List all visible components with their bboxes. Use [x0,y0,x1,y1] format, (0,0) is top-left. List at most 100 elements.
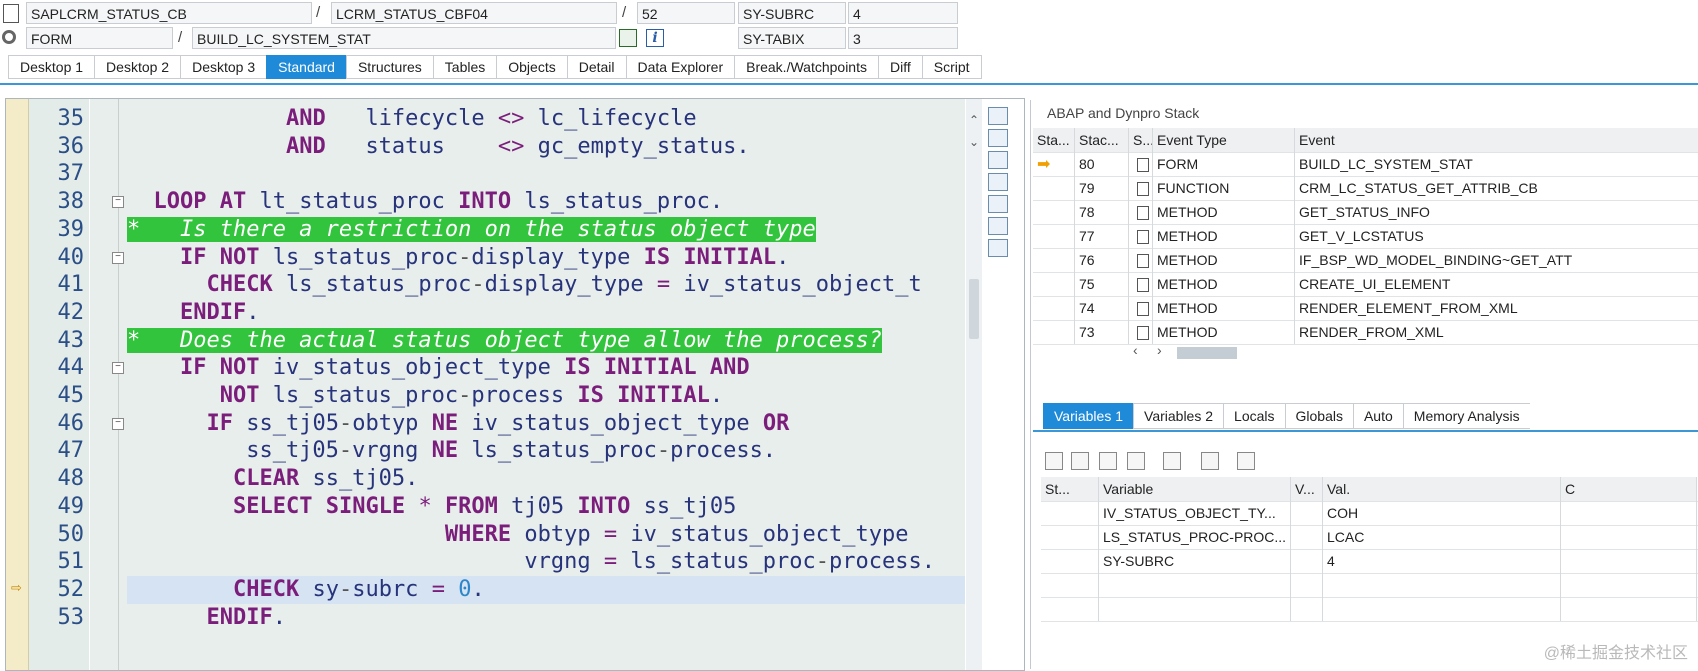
code-line[interactable]: CHECK sy-subrc = 0. [127,576,485,604]
code-line[interactable]: IF ss_tj05-obtyp NE iv_status_object_typ… [127,410,789,438]
table-row[interactable] [1041,597,1698,622]
code-line[interactable]: AND lifecycle <> lc_lifecycle [127,105,697,133]
fold-toggle-icon[interactable]: − [112,417,124,430]
change-cell [1561,549,1697,573]
maximize-icon[interactable] [988,173,1008,191]
tab-variables-1[interactable]: Variables 1 [1043,403,1134,429]
var2-value-field[interactable]: 3 [848,27,958,49]
source-icon [1129,200,1153,224]
close-editor-icon[interactable] [988,107,1008,125]
navigate-icon[interactable] [619,29,637,47]
var1-name-field[interactable]: SY-SUBRC [738,2,846,24]
table-row[interactable]: 77 METHOD GET_V_LCSTATUS [1033,224,1698,249]
tab-desktop-1[interactable]: Desktop 1 [8,55,95,79]
tab-structures[interactable]: Structures [345,55,433,79]
tab-script[interactable]: Script [921,55,982,79]
event-type-field[interactable]: FORM [26,27,173,49]
event-name-field[interactable]: BUILD_LC_SYSTEM_STAT [192,27,616,49]
event-name: IF_BSP_WD_MODEL_BINDING~GET_ATT [1295,248,1698,272]
tab-memory-analysis[interactable]: Memory Analysis [1402,403,1530,429]
scroll-up-icon[interactable]: ⌃ [969,113,979,127]
code-line[interactable]: NOT ls_status_proc-process IS INITIAL. [127,382,723,410]
code-line[interactable]: ss_tj05-vrgng NE ls_status_proc-process. [127,437,776,465]
table-row[interactable]: 74 METHOD RENDER_ELEMENT_FROM_XML [1033,296,1698,321]
var1-value-field[interactable]: 4 [848,2,958,24]
transfer-icon[interactable] [1201,452,1219,470]
resize-icon[interactable] [988,195,1008,213]
column-header: Variable [1099,477,1291,501]
code-line[interactable]: CLEAR ss_tj05. [127,465,418,493]
code-line[interactable]: SELECT SINGLE * FROM tj05 INTO ss_tj05 [127,493,736,521]
tab-globals[interactable]: Globals [1284,403,1353,429]
variable-name-input: IV_STATUS_OBJECT_TY... [1099,501,1291,525]
table-row[interactable]: 79 FUNCTION CRM_LC_STATUS_GET_ATTRIB_CB [1033,176,1698,201]
code-editor[interactable]: 35 AND lifecycle <> lc_lifecycle 36 AND s… [5,98,1025,671]
code-line[interactable]: CHECK ls_status_proc-display_type = iv_s… [127,271,921,299]
tab-desktop-2[interactable]: Desktop 2 [94,55,181,79]
table-row[interactable]: IV_STATUS_OBJECT_TY... COH [1041,501,1698,526]
fold-toggle-icon[interactable]: − [112,362,124,375]
copy-icon[interactable] [1099,452,1117,470]
scroll-thumb[interactable] [1177,347,1237,359]
table-row[interactable]: 75 METHOD CREATE_UI_ELEMENT [1033,272,1698,297]
tab-standard[interactable]: Standard [266,55,346,79]
code-line[interactable]: ENDIF. [127,299,259,327]
tab-desktop-3[interactable]: Desktop 3 [180,55,267,79]
table-row[interactable]: 78 METHOD GET_STATUS_INFO [1033,200,1698,225]
table-row[interactable]: 76 METHOD IF_BSP_WD_MODEL_BINDING~GET_ATT [1033,248,1698,273]
tab-objects[interactable]: Objects [496,55,567,79]
code-line[interactable]: WHERE obtyp = iv_status_object_type [127,521,909,549]
change-cell [1561,573,1697,597]
tab-locals[interactable]: Locals [1223,403,1285,429]
insert-icon[interactable] [1071,452,1089,470]
scroll-left-icon[interactable]: ‹ [1133,342,1138,358]
include-field[interactable]: LCRM_STATUS_CBF04 [331,2,617,24]
code-line[interactable]: * Does the actual status object type all… [127,327,882,355]
line-field[interactable]: 52 [637,2,735,24]
var2-name-field[interactable]: SY-TABIX [738,27,846,49]
code-line[interactable]: IF NOT ls_status_proc-display_type IS IN… [127,244,789,272]
vertical-scrollbar[interactable] [966,99,982,670]
tab-data-explorer[interactable]: Data Explorer [625,55,735,79]
swap-icon[interactable] [988,151,1008,169]
tab-auto[interactable]: Auto [1352,403,1403,429]
scroll-down-icon[interactable]: ⌄ [969,135,979,149]
status-cell [1041,573,1099,597]
code-line[interactable]: IF NOT iv_status_object_type IS INITIAL … [127,354,750,382]
variable-value: COH [1323,501,1561,525]
remove-icon[interactable] [1127,452,1145,470]
tab-break-watchpoints[interactable]: Break./Watchpoints [734,55,878,79]
horizontal-scrollbar[interactable]: ‹ › [1131,342,1251,360]
delete-icon[interactable] [1045,452,1063,470]
layout-icon[interactable] [988,217,1008,235]
scroll-right-icon[interactable]: › [1157,342,1162,358]
table-row[interactable] [1041,573,1698,598]
tab-detail[interactable]: Detail [566,55,626,79]
table-row[interactable]: ➡ 80 FORM BUILD_LC_SYSTEM_STAT [1033,152,1698,177]
stack-level: 77 [1075,224,1129,248]
new-window-icon[interactable] [988,129,1008,147]
info-icon[interactable]: i [646,29,664,47]
code-line[interactable]: vrgng = ls_status_proc-process. [127,548,935,576]
export-icon[interactable] [1237,452,1255,470]
fold-toggle-icon[interactable]: − [112,251,124,264]
tab-variables-2[interactable]: Variables 2 [1133,403,1224,429]
code-line[interactable]: LOOP AT lt_status_proc INTO ls_status_pr… [127,188,724,216]
separator: / [316,4,321,21]
event-name: CREATE_UI_ELEMENT [1295,272,1698,296]
scroll-thumb[interactable] [969,279,979,339]
tools-icon[interactable] [988,239,1008,257]
line-number: 51 [57,549,85,575]
program-field[interactable]: SAPLCRM_STATUS_CB [26,2,312,24]
code-line[interactable]: * Is there a restriction on the status o… [127,216,816,244]
document-icon [3,4,19,23]
status-cell [1033,224,1075,248]
fold-toggle-icon[interactable]: − [112,196,124,209]
table-row[interactable]: SY-SUBRC 4 [1041,549,1698,574]
code-line[interactable]: AND status <> gc_empty_status. [127,133,750,161]
tab-tables[interactable]: Tables [432,55,497,79]
compare-icon[interactable] [1163,452,1181,470]
tab-diff[interactable]: Diff [877,55,922,79]
code-line[interactable]: ENDIF. [127,604,285,632]
table-row[interactable]: LS_STATUS_PROC-PROC... LCAC [1041,525,1698,550]
